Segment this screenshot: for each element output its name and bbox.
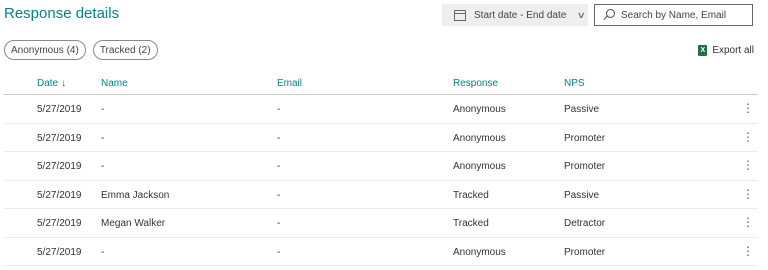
sort-descending-icon: ↓	[61, 78, 67, 89]
cell-response: Anonymous	[453, 246, 506, 258]
cell-response: Anonymous	[453, 104, 506, 115]
cell-email: -	[277, 189, 281, 201]
chevron-down-icon: ∨	[576, 9, 587, 20]
more-options-icon[interactable]: ⋮	[742, 102, 754, 114]
cell-email: -	[277, 218, 281, 229]
cell-nps: Promoter	[564, 161, 606, 172]
cell-name: -	[101, 246, 105, 258]
cell-date: 5/27/2019	[37, 246, 82, 258]
page-title: Response details	[4, 5, 120, 22]
column-header-date[interactable]: Date ↓	[37, 78, 66, 89]
table-header: Date ↓ Name Email Response NPS	[4, 70, 758, 95]
column-header-name[interactable]: Name	[101, 78, 128, 89]
table-row[interactable]: 5/27/2019 - - Anonymous Promoter ⋮	[4, 152, 758, 181]
excel-icon: X	[698, 45, 708, 56]
cell-email: -	[277, 246, 281, 258]
cell-name: -	[101, 132, 105, 144]
search-icon	[603, 9, 615, 21]
cell-nps: Detractor	[564, 218, 606, 229]
cell-date: 5/27/2019	[37, 132, 82, 144]
column-header-response[interactable]: Response	[453, 78, 498, 89]
table-row[interactable]: 5/27/2019 - - Anonymous Promoter ⋮	[4, 124, 758, 152]
cell-date: 5/27/2019	[37, 161, 82, 172]
filter-tracked-button[interactable]: Tracked (2)	[92, 40, 158, 60]
cell-date: 5/27/2019	[37, 189, 82, 201]
cell-date: 5/27/2019	[37, 104, 82, 115]
cell-response: Anonymous	[453, 161, 506, 172]
search-box[interactable]	[594, 4, 753, 26]
column-header-nps[interactable]: NPS	[564, 78, 585, 89]
cell-nps: Passive	[564, 189, 600, 201]
table-row[interactable]: 5/27/2019 Emma Jackson - Tracked Passive…	[4, 181, 758, 209]
table-row[interactable]: 5/27/2019 - - Anonymous Passive ⋮	[4, 95, 758, 124]
date-range-label: Start date - End date	[474, 9, 567, 21]
cell-name: -	[101, 161, 105, 172]
filter-pills: Anonymous (4) Tracked (2)	[4, 40, 158, 60]
cell-email: -	[277, 132, 281, 144]
cell-response: Tracked	[453, 218, 489, 229]
cell-response: Anonymous	[453, 132, 506, 144]
column-header-email[interactable]: Email	[277, 78, 302, 89]
more-options-icon[interactable]: ⋮	[742, 131, 754, 143]
cell-nps: Promoter	[564, 246, 606, 258]
more-options-icon[interactable]: ⋮	[742, 159, 754, 171]
filter-anonymous-button[interactable]: Anonymous (4)	[4, 40, 86, 60]
search-input[interactable]	[621, 9, 751, 21]
date-range-picker[interactable]: Start date - End date ∨	[442, 4, 588, 26]
more-options-icon[interactable]: ⋮	[742, 188, 754, 200]
cell-name: Megan Walker	[101, 218, 166, 229]
cell-email: -	[277, 161, 281, 172]
responses-table: Date ↓ Name Email Response NPS 5/27/2019 …	[4, 70, 758, 266]
column-header-date-label: Date	[37, 78, 59, 89]
table-row[interactable]: 5/27/2019 Megan Walker - Tracked Detract…	[4, 209, 758, 238]
cell-nps: Passive	[564, 104, 600, 115]
calendar-icon	[454, 9, 466, 21]
cell-date: 5/27/2019	[37, 218, 82, 229]
export-all-label: Export all	[712, 45, 754, 56]
cell-nps: Promoter	[564, 132, 606, 144]
cell-email: -	[277, 104, 281, 115]
cell-name: Emma Jackson	[101, 189, 170, 201]
more-options-icon[interactable]: ⋮	[742, 216, 754, 228]
cell-response: Tracked	[453, 189, 489, 201]
table-row[interactable]: 5/27/2019 - - Anonymous Promoter ⋮	[4, 238, 758, 266]
more-options-icon[interactable]: ⋮	[742, 245, 754, 257]
export-all-button[interactable]: X Export all	[698, 45, 754, 56]
cell-name: -	[101, 104, 105, 115]
